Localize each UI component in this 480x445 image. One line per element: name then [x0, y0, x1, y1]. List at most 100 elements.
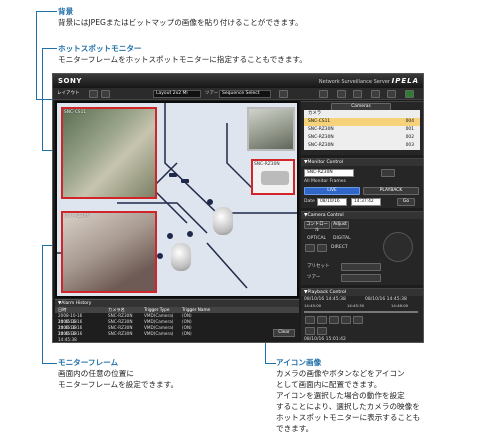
- snapshot-icon[interactable]: [381, 169, 395, 177]
- annotation-hotspot: ホットスポットモニター モニターフレームをホットスポットモニターに指定することも…: [58, 43, 307, 65]
- cell-trigger-type: VMD(Camera): [144, 331, 174, 336]
- layout-label: レイアウト: [57, 91, 80, 96]
- annotation-icon-image-title: アイコン画像: [276, 358, 322, 367]
- camera-tree: カメラ SNC-CS11 004 SNC-RZ30N 001 SNC-RZ30N 00…: [304, 110, 420, 150]
- leader-hotspot-h: [42, 48, 57, 49]
- live-button[interactable]: LIVE: [304, 187, 360, 195]
- settings-icon[interactable]: [371, 90, 380, 98]
- annotation-background-body: 背景にはJPEGまたはビットマップの画像を貼り付けることができます。: [58, 18, 303, 27]
- play-icon[interactable]: [279, 90, 288, 98]
- playback-timeline[interactable]: [304, 311, 418, 313]
- layout-icon[interactable]: [89, 90, 98, 98]
- annotation-icon-image: アイコン画像 カメラの画像やボタンなどをアイコン として画面内に配置できます。 …: [276, 357, 420, 434]
- zoom-out-button[interactable]: [305, 244, 315, 252]
- tour-select-label: ツアー: [307, 275, 321, 280]
- camera-list-section: Cameras カメラ SNC-CS11 004 SNC-RZ30N 001 SNC…: [301, 101, 423, 155]
- playback-control-title: ▼Playback Control: [301, 289, 423, 296]
- timeline-tick-3: 14:46:00: [391, 303, 409, 308]
- leader-icon-h: [265, 363, 276, 364]
- camera-control-section: ▼Camera Control コントロール Adjust OPTICAL DI…: [301, 211, 423, 285]
- monitor-icon[interactable]: [319, 90, 328, 98]
- all-monitor-frames-checkbox[interactable]: All Monitor Frames: [304, 179, 346, 185]
- right-panel: Cameras カメラ SNC-CS11 004 SNC-RZ30N 001 SNC…: [301, 101, 423, 342]
- annotation-hotspot-title: ホットスポットモニター: [58, 44, 142, 53]
- grid-view-icon[interactable]: [337, 90, 346, 98]
- step-back-button[interactable]: [305, 327, 315, 335]
- digital-label: DIGITAL: [333, 236, 351, 241]
- playback-button[interactable]: PLAYBACK: [363, 187, 419, 195]
- monitor-camera-field[interactable]: SNC-RZ30N: [304, 169, 354, 177]
- tree-item-id: 004: [405, 119, 414, 124]
- step-forward-button[interactable]: [317, 327, 327, 335]
- cell-camera: SNC-RZ30N: [108, 331, 133, 336]
- leader-frame-bottom: [42, 363, 57, 364]
- monitor-frame-3-label: SNC-RZ30N: [64, 214, 90, 219]
- annotation-monitor-frame: モニターフレーム 画面内の任意の位置に モニターフレームを設定できます。: [58, 357, 178, 390]
- preset-label: プリセット: [307, 264, 330, 269]
- tab-control[interactable]: コントロール: [304, 221, 330, 233]
- tree-root[interactable]: カメラ: [304, 110, 420, 118]
- tree-item[interactable]: SNC-RZ30N 002: [304, 134, 420, 142]
- product-name: IPELA: [391, 77, 419, 85]
- play-back-button[interactable]: [317, 316, 327, 324]
- annotation-background-title: 背景: [58, 7, 74, 16]
- monitor-area: SNC-CS11 SNC-RZ30N SNC-RZ30N: [55, 101, 299, 298]
- monitor-frame-1[interactable]: SNC-CS11: [61, 107, 157, 199]
- time-field[interactable]: 14:37:42: [351, 198, 381, 206]
- grid-icon[interactable]: [101, 90, 110, 98]
- fast-forward-button[interactable]: [353, 316, 363, 324]
- toolbar: レイアウト Layout 2x2 Ml ツアー Sequence Select: [53, 88, 423, 100]
- layout-select[interactable]: Layout 2x2 Ml: [153, 90, 201, 98]
- direct-label: DIRECT: [331, 245, 348, 250]
- annotation-icon-image-line-5: ホットスポットモニターに表示することも: [276, 413, 421, 422]
- go-button[interactable]: Go: [397, 198, 415, 206]
- tour-label: ツアー: [205, 91, 219, 96]
- tree-item-id: 002: [405, 135, 414, 140]
- annotation-icon-image-line-6: できます。: [276, 424, 314, 433]
- date-label: Date: [304, 199, 315, 204]
- status-icon: [405, 90, 414, 98]
- sequence-select[interactable]: Sequence Select: [219, 90, 271, 98]
- tree-root-label: カメラ: [308, 111, 322, 116]
- help-icon[interactable]: [387, 90, 396, 98]
- clear-button[interactable]: Clear: [273, 329, 295, 337]
- tree-item[interactable]: SNC-RZ30N 003: [304, 142, 420, 150]
- dome-camera-icon-1[interactable]: [213, 207, 233, 235]
- floor-map-background: SNC-CS11 SNC-RZ30N SNC-RZ30N: [57, 103, 297, 296]
- product-title: Network Surveillance Server IPELA: [319, 77, 419, 85]
- camera-icon: [261, 171, 289, 185]
- preset-select[interactable]: [341, 263, 381, 271]
- alarm-history-panel: ▼Alarm History 日時 カメラ名 Trigger Type Trig…: [55, 299, 299, 342]
- leader-frame-v: [42, 245, 43, 363]
- monitor-control-section: ▼Monitor Control SNC-RZ30N All Monitor F…: [301, 158, 423, 208]
- optical-label: OPTICAL: [307, 236, 327, 241]
- date-field[interactable]: 08/10/16: [317, 198, 347, 206]
- annotation-monitor-frame-title: モニターフレーム: [58, 358, 119, 367]
- tree-item[interactable]: SNC-RZ30N 001: [304, 126, 420, 134]
- playback-control-section: ▼Playback Control 08/10/16 14:45:38 08/1…: [301, 288, 423, 342]
- dome-camera-icon-2[interactable]: [171, 243, 191, 271]
- play-button[interactable]: [341, 316, 351, 324]
- pause-button[interactable]: [329, 316, 339, 324]
- monitor-frame-3[interactable]: SNC-RZ30N: [61, 211, 157, 293]
- tree-item-label: SNC-RZ30N: [308, 143, 334, 148]
- table-row[interactable]: 2008-10-16 14:45:38 SNC-RZ30N VMD(Camera…: [55, 331, 299, 342]
- app-window: SONY Network Surveillance Server IPELA レ…: [52, 73, 424, 343]
- monitor-control-title: ▼Monitor Control: [301, 159, 423, 166]
- monitor-frame-2[interactable]: [247, 107, 295, 151]
- tree-item[interactable]: SNC-CS11 004: [304, 118, 420, 126]
- alarm-icon[interactable]: [353, 90, 362, 98]
- camera-control-title: ▼Camera Control: [301, 212, 423, 219]
- tab-adjust[interactable]: Adjust: [331, 221, 349, 229]
- sony-logo: SONY: [58, 77, 82, 85]
- tour-select[interactable]: [341, 274, 381, 282]
- hotspot-monitor[interactable]: SNC-RZ30N: [251, 159, 295, 195]
- zoom-in-button[interactable]: [317, 244, 327, 252]
- annotation-monitor-frame-line-1: 画面内の任意の位置に: [58, 369, 134, 378]
- product-subtitle: Network Surveillance Server: [318, 79, 390, 85]
- rewind-button[interactable]: [305, 316, 315, 324]
- monitor-frame-1-label: SNC-CS11: [64, 110, 87, 115]
- annotation-monitor-frame-line-2: モニターフレームを設定できます。: [58, 380, 179, 389]
- pan-tilt-pad[interactable]: [383, 232, 413, 262]
- annotation-icon-image-line-1: カメラの画像やボタンなどをアイコン: [276, 369, 405, 378]
